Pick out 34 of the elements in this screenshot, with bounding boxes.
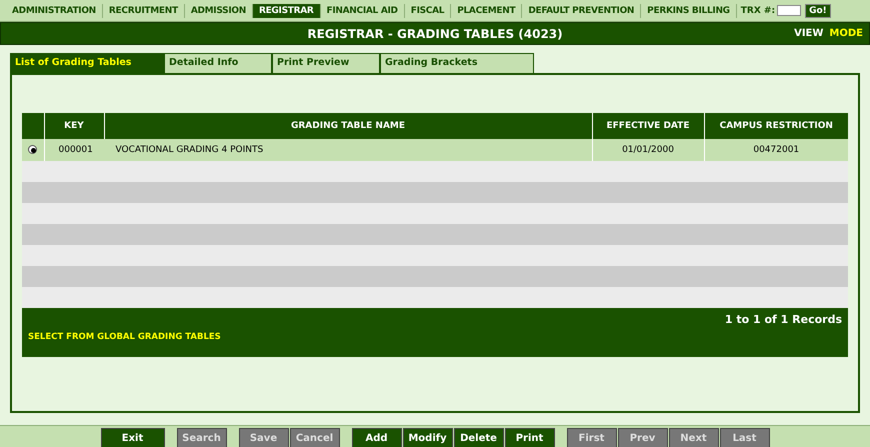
- tab[interactable]: List of Grading Tables: [10, 53, 164, 73]
- nav-tab[interactable]: ADMINISTRATION: [6, 4, 103, 18]
- global-tables-link[interactable]: SELECT FROM GLOBAL GRADING TABLES: [28, 332, 221, 342]
- table-cell: VOCATIONAL GRADING 4 POINTS: [116, 145, 264, 155]
- table-cell: 00472001: [704, 139, 848, 161]
- nav-tab[interactable]: PLACEMENT: [451, 4, 522, 18]
- table-cell-text: 000001: [58, 145, 94, 155]
- page-title: REGISTRAR - GRADING TABLES (4023): [306, 26, 564, 40]
- mode-label: MODE: [829, 28, 863, 39]
- go-button[interactable]: Go!: [805, 4, 831, 18]
- nav-tab[interactable]: DEFAULT PREVENTION: [522, 4, 642, 18]
- nav-tab[interactable]: PERKINS BILLING: [641, 4, 737, 18]
- column-header: KEY: [44, 113, 104, 139]
- record-count: 1 to 1 of 1 Records: [724, 313, 842, 326]
- trx-input[interactable]: [777, 5, 802, 16]
- tab[interactable]: Detailed Info: [164, 53, 272, 73]
- column-header: EFFECTIVE DATE: [592, 113, 704, 139]
- view-label: VIEW: [794, 28, 824, 39]
- column-header: GRADING TABLE NAME: [104, 113, 592, 139]
- nav-tab[interactable]: FINANCIAL AID: [320, 4, 405, 18]
- action-button[interactable]: Exit: [100, 428, 164, 447]
- nav-tab[interactable]: FISCAL: [404, 4, 452, 18]
- column-header: CAMPUS RESTRICTION: [704, 113, 848, 139]
- tab[interactable]: Print Preview: [272, 53, 380, 73]
- nav-tab[interactable]: RECRUITMENT: [102, 4, 185, 18]
- radio-button[interactable]: [28, 145, 38, 154]
- tab[interactable]: Grading Brackets: [380, 53, 534, 73]
- action-button[interactable]: Print: [504, 428, 554, 447]
- action-button[interactable]: Delete: [454, 428, 504, 447]
- action-button[interactable]: Modify: [402, 428, 452, 447]
- trx-label: TRX #:: [740, 6, 776, 16]
- nav-tab[interactable]: REGISTRAR: [252, 4, 321, 18]
- action-button[interactable]: Add: [352, 428, 402, 447]
- table-cell: 01/01/2000: [592, 139, 704, 161]
